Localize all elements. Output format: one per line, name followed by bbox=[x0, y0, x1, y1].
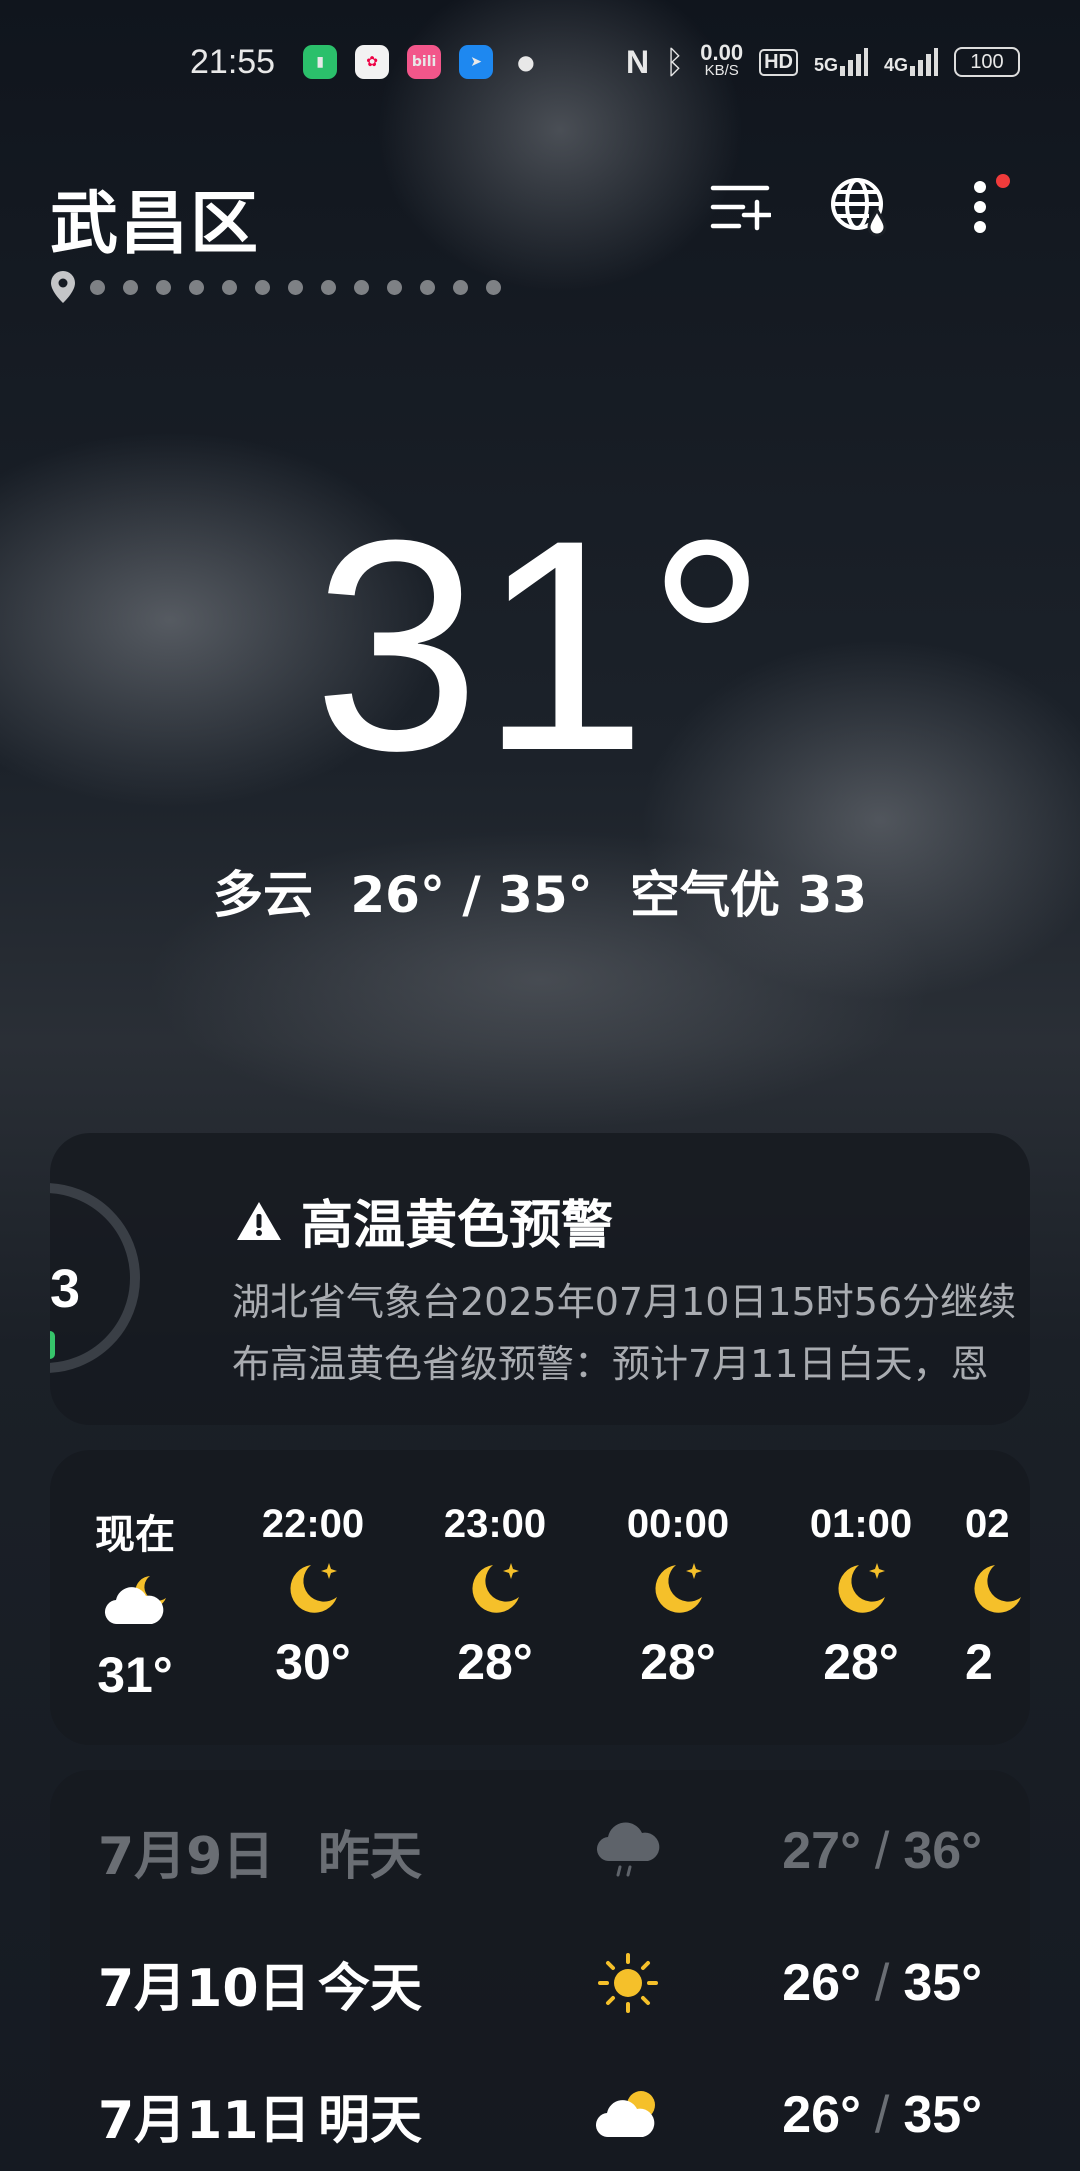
status-time: 21:55 bbox=[190, 42, 276, 81]
air-quality: 空气优 33 bbox=[630, 866, 868, 924]
globe-rain-icon bbox=[831, 178, 887, 237]
bilibili-app-icon: bili bbox=[407, 45, 442, 79]
moon-icon bbox=[974, 1565, 1021, 1613]
day-temperature: 27°/36° bbox=[782, 1822, 982, 1880]
location-pin-icon bbox=[51, 271, 75, 303]
cloudy-night-icon bbox=[104, 1576, 166, 1625]
globe-rain-button[interactable] bbox=[800, 172, 920, 242]
warning-count: 3 bbox=[50, 1259, 81, 1319]
moon-icon bbox=[655, 1563, 702, 1613]
current-summary[interactable]: 多云 26° / 35° 空气优 33 bbox=[0, 855, 1080, 927]
hourly-item: 01:00 28° bbox=[809, 1502, 913, 1690]
hd-icon: HD bbox=[759, 48, 798, 76]
page-dot bbox=[222, 279, 237, 295]
moon-icon bbox=[838, 1563, 885, 1613]
hourly-item: 00:00 28° bbox=[626, 1502, 730, 1690]
status-bar: 21:55 ▮ ✿ bili ➤ ● N ᛒ 0.00 KB/S HD 5G 4… bbox=[190, 40, 1020, 84]
rain-icon bbox=[596, 1822, 660, 1877]
battery-indicator: 100 bbox=[954, 47, 1020, 77]
signal-5g-icon: 5G bbox=[814, 48, 868, 76]
page-dot bbox=[354, 279, 369, 295]
day-name: 今天 bbox=[318, 1958, 423, 2019]
add-city-button[interactable] bbox=[680, 172, 800, 242]
page-dot bbox=[453, 279, 468, 295]
city-page-indicator[interactable] bbox=[50, 270, 519, 304]
day-temperature: 26°/35° bbox=[782, 2086, 982, 2144]
sun-icon bbox=[598, 1953, 658, 2013]
bluetooth-icon: ᛒ bbox=[665, 43, 685, 81]
page-dot bbox=[387, 279, 402, 295]
hourly-item: 02 2 bbox=[965, 1502, 1030, 1691]
day-name: 明天 bbox=[318, 2090, 423, 2151]
nfc-icon: N bbox=[625, 43, 650, 80]
page-dot bbox=[123, 279, 138, 295]
hourly-item: 22:00 30° bbox=[261, 1502, 365, 1690]
header: 武昌区 bbox=[50, 168, 1040, 268]
daily-forecast-card[interactable]: 7月9日 昨天 27°/36° 7月10日 今天 26° / 35° 7月11日… bbox=[50, 1770, 1030, 2171]
add-city-icon bbox=[710, 185, 771, 231]
daily-row[interactable]: 7月11日 明天 26°/35° bbox=[98, 2070, 982, 2160]
current-condition: 多云 bbox=[212, 866, 313, 924]
heat-warning-card[interactable]: 3 高温黄色预警 湖北省气象台2025年07月10日15时56分继续 布高温黄色… bbox=[50, 1133, 1030, 1425]
network-speed: 0.00 KB/S bbox=[700, 40, 744, 80]
signal-4g-icon: 4G bbox=[884, 48, 938, 76]
page-dot bbox=[420, 279, 435, 295]
warning-triangle-icon bbox=[237, 1201, 281, 1240]
moon-icon bbox=[472, 1563, 519, 1613]
temperature-range: 26° / 35° bbox=[350, 866, 593, 924]
more-notifications-dot-icon: ● bbox=[517, 50, 535, 74]
hourly-item: 现在 31° bbox=[95, 1513, 175, 1703]
day-name: 昨天 bbox=[318, 1826, 423, 1887]
day-date: 7月10日 bbox=[98, 1958, 311, 2019]
warning-ring-accent bbox=[50, 1331, 55, 1359]
hourly-item: 23:00 28° bbox=[443, 1502, 547, 1690]
page-dot bbox=[90, 279, 105, 295]
partly-cloudy-icon bbox=[595, 2091, 655, 2138]
feishu-app-icon: ➤ bbox=[459, 45, 494, 79]
day-date: 7月9日 bbox=[98, 1826, 275, 1887]
daily-row[interactable]: 7月10日 今天 26°/35° bbox=[98, 1938, 982, 2028]
moon-icon bbox=[290, 1563, 337, 1613]
day-temperature: 26°/35° bbox=[782, 1954, 982, 2012]
warning-title: 高温黄色预警 bbox=[235, 1183, 613, 1258]
current-temperature: 31° bbox=[313, 477, 767, 813]
daily-row[interactable]: 7月9日 昨天 27°/36° bbox=[98, 1806, 982, 1896]
notification-badge-icon bbox=[996, 174, 1010, 188]
hourly-forecast-card[interactable]: 现在 31° 22:00 30° 23:00 28° 00:00 28° 01:… bbox=[50, 1450, 1030, 1745]
gallery-app-icon: ✿ bbox=[355, 45, 390, 79]
day-date: 7月11日 bbox=[98, 2090, 311, 2151]
more-icon bbox=[974, 181, 986, 233]
more-button[interactable] bbox=[920, 172, 1040, 242]
page-dot bbox=[288, 279, 303, 295]
warning-description: 湖北省气象台2025年07月10日15时56分继续 布高温黄色省级预警：预计7月… bbox=[232, 1280, 1017, 1386]
page-dot bbox=[189, 279, 204, 295]
page-dot bbox=[156, 279, 171, 295]
page-dot bbox=[321, 279, 336, 295]
page-dot bbox=[255, 279, 270, 295]
page-dot bbox=[486, 279, 501, 295]
battery-app-icon: ▮ bbox=[303, 45, 338, 79]
